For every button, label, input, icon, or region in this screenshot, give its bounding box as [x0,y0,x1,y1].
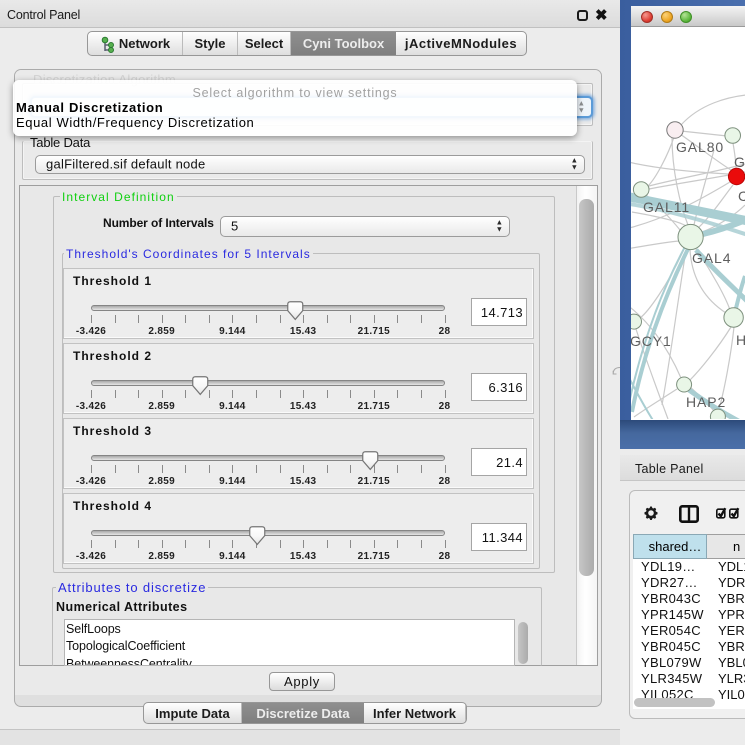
svg-text:GCY1: GCY1 [631,333,672,349]
svg-text:HA: HA [736,332,745,348]
svg-text:GAL11: GAL11 [643,199,690,215]
svg-text:GAL80: GAL80 [676,139,724,155]
svg-text:HAP2: HAP2 [686,394,726,410]
svg-text:GA: GA [734,154,745,170]
svg-text:GAL4: GAL4 [692,250,731,266]
svg-text:CY: CY [738,188,745,204]
